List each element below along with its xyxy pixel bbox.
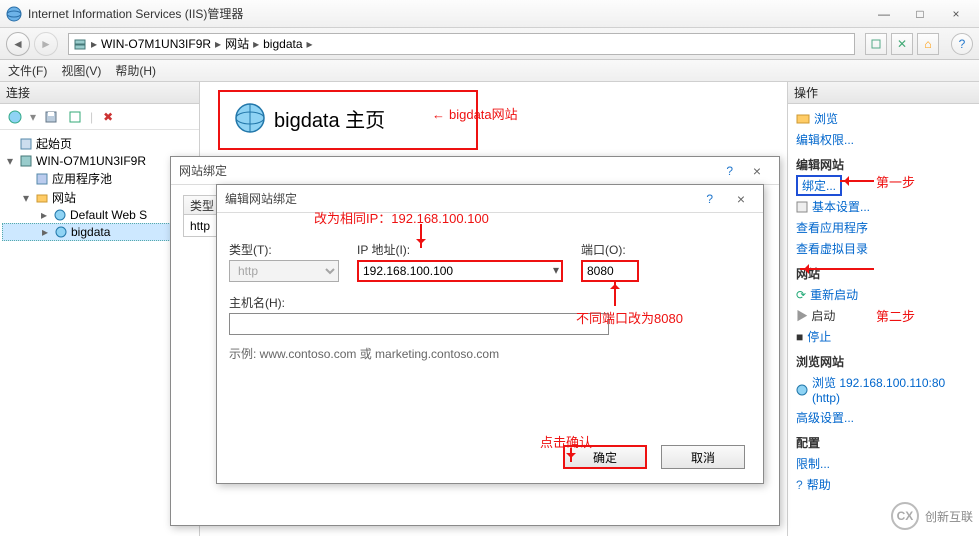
watermark-text: 创新互联	[925, 508, 973, 525]
annotation-step2-arrow	[800, 268, 874, 270]
nav-refresh-button[interactable]	[865, 33, 887, 55]
bindings-close-button[interactable]: ×	[743, 163, 771, 179]
help-icon: ?	[796, 478, 803, 492]
connections-toolbar: ▾ | ✖	[0, 104, 199, 130]
label-ip: IP 地址(I):	[357, 241, 563, 258]
label-port: 端口(O):	[581, 241, 639, 258]
tree-server[interactable]: ▾ WIN-O7M1UN3IF9R	[2, 153, 197, 169]
delete-icon[interactable]: ✖	[99, 108, 117, 126]
menu-bar: 文件(F) 视图(V) 帮助(H)	[0, 60, 979, 82]
group-edit-site: 编辑网站	[796, 156, 971, 173]
browse-icon	[796, 384, 808, 396]
restart-icon: ⟳	[796, 288, 806, 302]
group-browse-site: 浏览网站	[796, 353, 971, 370]
breadcrumb-bigdata[interactable]: bigdata	[263, 37, 302, 51]
apppool-icon	[35, 172, 49, 186]
action-advanced-settings[interactable]: 高级设置...	[796, 407, 971, 428]
type-select[interactable]: http	[229, 260, 339, 282]
window-title: Internet Information Services (IIS)管理器	[28, 5, 867, 22]
connect-icon[interactable]	[6, 108, 24, 126]
server-icon	[73, 37, 87, 51]
annotation-confirm-arrow	[570, 448, 572, 462]
action-bindings[interactable]: 绑定...	[796, 175, 842, 196]
folder-open-icon	[796, 113, 810, 125]
nav-home-button[interactable]: ⌂	[917, 33, 939, 55]
hostname-example: 示例: www.contoso.com 或 marketing.contoso.…	[229, 345, 751, 362]
save-icon[interactable]	[42, 108, 60, 126]
group-configure: 配置	[796, 434, 971, 451]
breadcrumb-server[interactable]: WIN-O7M1UN3IF9R	[101, 37, 211, 51]
action-start: ▶ 启动	[796, 305, 971, 326]
breadcrumb-sites[interactable]: 网站	[225, 35, 249, 52]
tree-app-pools[interactable]: 应用程序池	[2, 169, 197, 188]
globe-icon	[54, 225, 68, 239]
nav-toolbar: ◄ ► ▸ WIN-O7M1UN3IF9R ▸ 网站 ▸ bigdata ▸ ✕…	[0, 28, 979, 60]
action-restart[interactable]: ⟳ 重新启动	[796, 284, 971, 305]
connections-header: 连接	[0, 82, 199, 104]
action-view-vdirs[interactable]: 查看虚拟目录	[796, 238, 971, 259]
action-explore[interactable]: 浏览	[796, 108, 971, 129]
label-type: 类型(T):	[229, 241, 339, 258]
action-stop[interactable]: ■ 停止	[796, 326, 971, 347]
annotation-port-arrow	[614, 280, 616, 306]
breadcrumb-sep: ▸	[91, 37, 97, 51]
tree-start-page[interactable]: 起始页	[2, 134, 197, 153]
actions-panel: 操作 浏览 编辑权限... 编辑网站 绑定... 基本设置... 查看应用程序 …	[787, 82, 979, 536]
menu-file[interactable]: 文件(F)	[8, 62, 47, 79]
watermark: CX 创新互联	[891, 502, 973, 530]
tree-default-website[interactable]: ▸ Default Web S	[2, 207, 197, 223]
home-icon	[19, 137, 33, 151]
window-close-button[interactable]: ×	[939, 4, 973, 24]
site-globe-icon	[234, 102, 266, 134]
play-icon: ▶	[796, 309, 808, 323]
page-title: bigdata 主页	[274, 104, 385, 133]
watermark-logo: CX	[891, 502, 919, 530]
breadcrumb[interactable]: ▸ WIN-O7M1UN3IF9R ▸ 网站 ▸ bigdata ▸	[68, 33, 855, 55]
stop-icon: ■	[796, 330, 803, 344]
menu-view[interactable]: 视图(V)	[61, 62, 101, 79]
edit-help-button[interactable]: ?	[706, 192, 713, 206]
edit-dialog-title: 编辑网站绑定	[225, 190, 297, 207]
menu-help[interactable]: 帮助(H)	[115, 62, 156, 79]
annotation-ip-arrow	[420, 224, 422, 248]
settings-icon	[796, 201, 808, 213]
tree-bigdata[interactable]: ▸ bigdata	[2, 223, 197, 241]
action-limits[interactable]: 限制...	[796, 453, 971, 474]
folder-icon	[35, 191, 49, 205]
nav-help-button[interactable]: ?	[951, 33, 973, 55]
server-node-icon	[19, 154, 33, 168]
nav-forward-button[interactable]: ►	[34, 32, 58, 56]
edit-dialog-titlebar[interactable]: 编辑网站绑定 ? ×	[217, 185, 763, 213]
nav-back-button[interactable]: ◄	[6, 32, 30, 56]
bindings-help-button[interactable]: ?	[726, 164, 733, 178]
actions-header: 操作	[788, 82, 979, 104]
action-view-apps[interactable]: 查看应用程序	[796, 217, 971, 238]
hostname-input[interactable]	[229, 313, 609, 335]
edit-close-button[interactable]: ×	[727, 191, 755, 207]
bindings-dialog-title: 网站绑定	[179, 162, 227, 179]
main-header: bigdata 主页	[218, 90, 478, 150]
action-help[interactable]: ? 帮助	[796, 474, 971, 495]
window-titlebar: Internet Information Services (IIS)管理器 —…	[0, 0, 979, 28]
annotation-step1-arrow	[840, 180, 874, 182]
bindings-dialog-titlebar[interactable]: 网站绑定 ? ×	[171, 157, 779, 185]
nav-stop-button[interactable]: ✕	[891, 33, 913, 55]
tree-sites[interactable]: ▾ 网站	[2, 188, 197, 207]
cancel-button[interactable]: 取消	[661, 445, 745, 469]
edit-binding-dialog: 编辑网站绑定 ? × 类型(T): http IP 地址(I): ▾ 端口(O)…	[216, 184, 764, 484]
ip-address-input[interactable]	[357, 260, 563, 282]
globe-icon	[53, 208, 67, 222]
label-hostname: 主机名(H):	[229, 294, 609, 311]
iis-app-icon	[6, 6, 22, 22]
action-browse-address[interactable]: 浏览 192.168.100.110:80 (http)	[796, 372, 971, 407]
window-maximize-button[interactable]: □	[903, 4, 937, 24]
action-edit-permissions[interactable]: 编辑权限...	[796, 129, 971, 150]
action-basic-settings[interactable]: 基本设置...	[796, 196, 971, 217]
window-minimize-button[interactable]: —	[867, 4, 901, 24]
refresh-icon[interactable]	[66, 108, 84, 126]
